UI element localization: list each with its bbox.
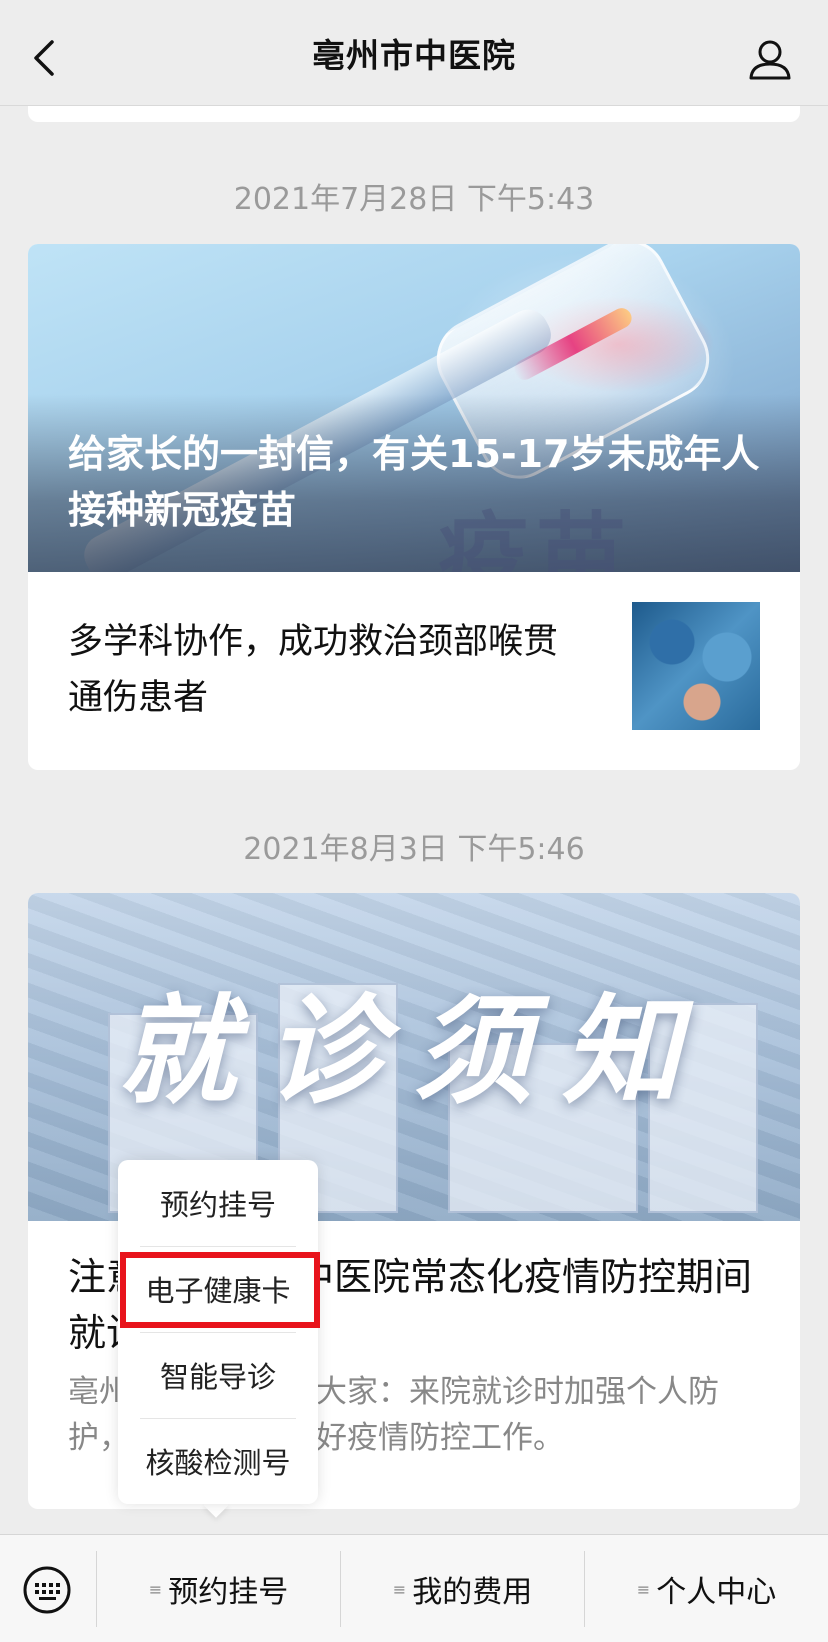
article-thumbnail (632, 602, 760, 730)
message-card: 疫苗 给家长的一封信，有关15-17岁未成年人接种新冠疫苗 多学科协作，成功救治… (28, 244, 800, 770)
page-title: 亳州市中医院 (312, 35, 516, 75)
popup-menu: 预约挂号 电子健康卡 智能导诊 核酸检测号 (118, 1160, 318, 1504)
menu-item-smart-guide[interactable]: 智能导诊 (118, 1332, 318, 1418)
tab-label: 预约挂号 (168, 1575, 289, 1610)
tab-label: 我的费用 (412, 1575, 533, 1610)
navigation-bar: 亳州市中医院 (0, 0, 828, 106)
article-cover[interactable]: 疫苗 给家长的一封信，有关15-17岁未成年人接种新冠疫苗 (28, 244, 800, 572)
cover-article-title: 给家长的一封信，有关15-17岁未成年人接种新冠疫苗 (68, 432, 760, 532)
menu-item-appointment[interactable]: 预约挂号 (118, 1160, 318, 1246)
tab-label: 个人中心 (656, 1575, 777, 1610)
message-timestamp: 2021年8月3日 下午5:46 (243, 832, 585, 867)
keyboard-icon[interactable] (22, 1565, 72, 1615)
article-title: 多学科协作，成功救治颈部喉贯通伤患者 (68, 622, 559, 718)
tab-appointment[interactable]: ≡ 预约挂号 (97, 1535, 340, 1642)
user-icon[interactable] (748, 38, 792, 82)
bottom-menu-bar: ≡ 预约挂号 ≡ 我的费用 ≡ 个人中心 (0, 1534, 828, 1642)
tab-personal-center[interactable]: ≡ 个人中心 (585, 1535, 828, 1642)
chevron-left-icon[interactable] (30, 40, 58, 76)
tab-my-fees[interactable]: ≡ 我的费用 (341, 1535, 584, 1642)
highlight-box (120, 1252, 320, 1328)
menu-item-nucleic-test[interactable]: 核酸检测号 (118, 1418, 318, 1504)
cover-article-title: 就诊须知 (117, 982, 710, 1120)
menu-lines-icon: ≡ (636, 1579, 651, 1599)
list-item[interactable]: 多学科协作，成功救治颈部喉贯通伤患者 (28, 572, 800, 770)
message-timestamp: 2021年7月28日 下午5:43 (233, 182, 595, 217)
menu-lines-icon: ≡ (148, 1579, 163, 1599)
menu-lines-icon: ≡ (392, 1579, 407, 1599)
